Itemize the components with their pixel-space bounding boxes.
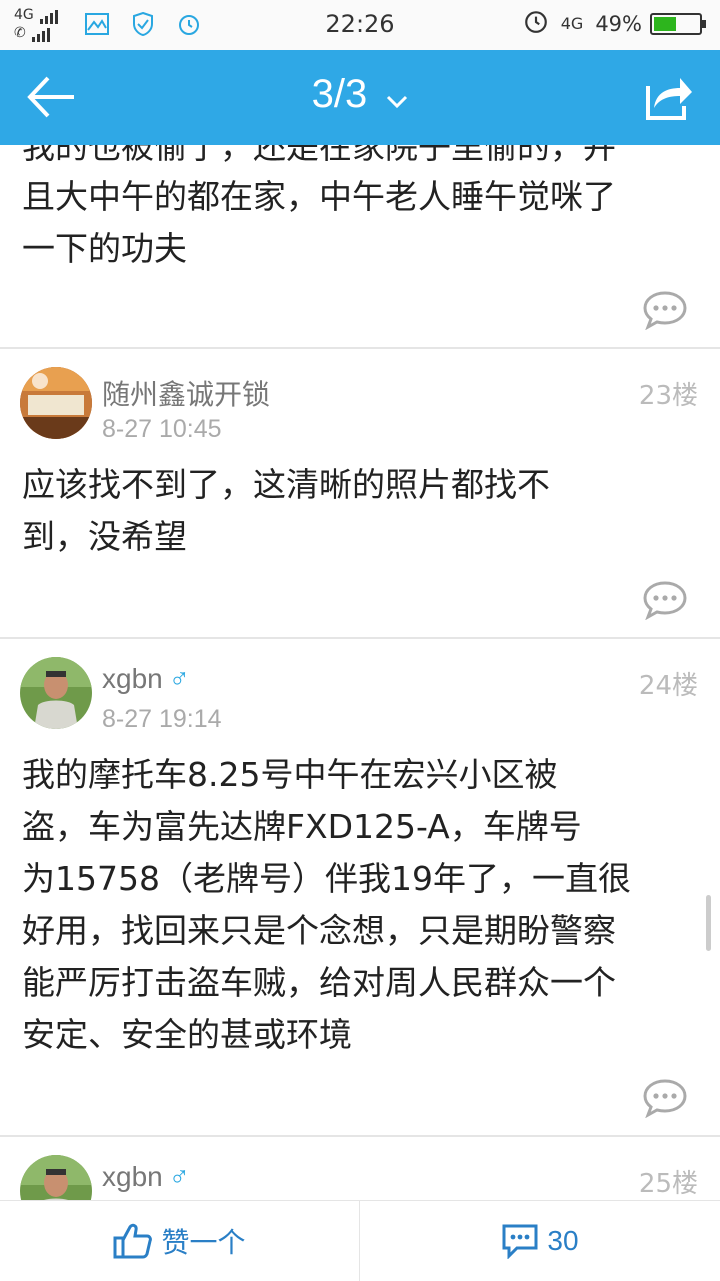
top-nav-bar: 3/3 xyxy=(0,50,720,145)
male-icon: ♂ xyxy=(168,663,190,694)
comment-count: 30 xyxy=(547,1225,579,1256)
avatar[interactable] xyxy=(20,1155,92,1200)
like-button[interactable]: 赞一个 xyxy=(0,1201,359,1281)
post-text: 应该找不到了，这清晰的照片都找不 到，没希望 xyxy=(22,465,550,556)
divider xyxy=(0,1135,720,1137)
thumbs-up-icon xyxy=(113,1223,153,1259)
floor-number: 24楼 xyxy=(638,671,698,701)
comment-icon[interactable] xyxy=(642,290,688,331)
comment-icon[interactable] xyxy=(642,580,688,621)
like-label: 赞一个 xyxy=(161,1226,246,1259)
male-icon: ♂ xyxy=(168,1161,190,1192)
battery-percent: 49% xyxy=(595,11,642,36)
chevron-down-icon xyxy=(386,74,408,119)
alarm-icon xyxy=(523,8,549,39)
comment-icon[interactable] xyxy=(642,1078,688,1119)
scrollbar[interactable] xyxy=(706,895,711,951)
battery-icon xyxy=(650,12,706,35)
floor-number: 25楼 xyxy=(638,1169,698,1199)
post-text: 我的摩托车8.25号中午在宏兴小区被 盗，车为富先达牌FXD125-A，车牌号 … xyxy=(22,755,631,1054)
username-text: xgbn xyxy=(102,663,163,694)
post-list: 我的也被偷了，还是在家院子里偷的，并 且大中午的都在家，中午老人睡午觉咪了 一下… xyxy=(0,145,720,1200)
comment-icon xyxy=(502,1224,538,1259)
username[interactable]: 随州鑫诚开锁 xyxy=(102,373,270,413)
username[interactable]: xgbn ♂ xyxy=(102,663,190,695)
post-time: 8-27 10:45 xyxy=(102,415,222,443)
username[interactable]: xgbn ♂ xyxy=(102,1161,190,1193)
page-indicator: 3/3 xyxy=(311,72,368,116)
avatar[interactable] xyxy=(20,367,92,439)
username-text: xgbn xyxy=(102,1161,163,1192)
page-selector[interactable]: 3/3 xyxy=(0,72,720,119)
avatar[interactable] xyxy=(20,657,92,729)
post-text: 且大中午的都在家，中午老人睡午觉咪了 一下的功夫 xyxy=(22,177,616,268)
status-bar: 4G ✆ 22:26 4G 49% xyxy=(0,0,720,50)
network-type-label: 4G xyxy=(560,14,584,33)
post-time: 8-27 19:14 xyxy=(102,705,222,733)
divider xyxy=(0,347,720,349)
post-text-clipped: 我的也被偷了，还是在家院子里偷的，并 xyxy=(22,145,616,166)
bottom-action-bar: 赞一个 30 xyxy=(0,1200,720,1281)
floor-number: 23楼 xyxy=(638,381,698,411)
battery-fill xyxy=(654,16,676,31)
share-icon[interactable] xyxy=(640,72,694,124)
divider xyxy=(0,637,720,639)
comments-button[interactable]: 30 xyxy=(360,1201,720,1281)
